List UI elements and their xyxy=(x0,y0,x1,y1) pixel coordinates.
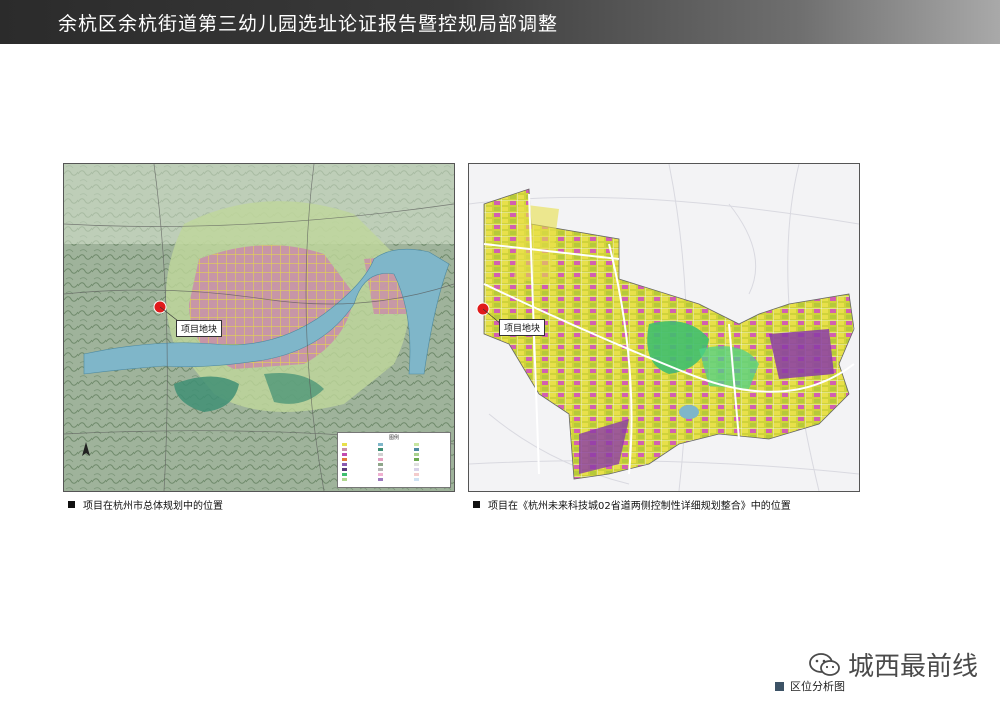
section-label: 区位分析图 xyxy=(775,678,845,694)
detailed-plan-caption-text: 项目在《杭州未来科技城02省道两侧控制性详细规划整合》中的位置 xyxy=(488,501,791,512)
title-bar: 余杭区余杭街道第三幼儿园选址论证报告暨控规局部调整 xyxy=(0,0,1000,44)
map-legend: 图例 xyxy=(337,432,451,488)
master-plan-caption: 项目在杭州市总体规划中的位置 xyxy=(68,497,223,512)
page-title: 余杭区余杭街道第三幼儿园选址论证报告暨控规局部调整 xyxy=(58,13,559,35)
commercial-cluster xyxy=(769,329,834,379)
caption-bullet xyxy=(473,501,480,508)
legend-title: 图例 xyxy=(388,435,399,441)
lake xyxy=(679,405,699,419)
wechat-icon xyxy=(809,652,840,676)
legend-swatches xyxy=(342,443,419,481)
section-label-text: 区位分析图 xyxy=(790,680,845,693)
caption-bullet xyxy=(68,501,75,508)
watermark-text: 城西最前线 xyxy=(848,652,979,682)
section-marker xyxy=(775,681,784,691)
project-site-label: 项目地块 xyxy=(499,319,546,336)
master-plan-map: 图例 项目地块 xyxy=(63,163,455,492)
master-plan-caption-text: 项目在杭州市总体规划中的位置 xyxy=(83,501,223,512)
detailed-plan-caption: 项目在《杭州未来科技城02省道两侧控制性详细规划整合》中的位置 xyxy=(473,497,791,512)
project-site-label: 项目地块 xyxy=(176,320,223,337)
detailed-plan-map: 项目地块 xyxy=(468,163,860,492)
